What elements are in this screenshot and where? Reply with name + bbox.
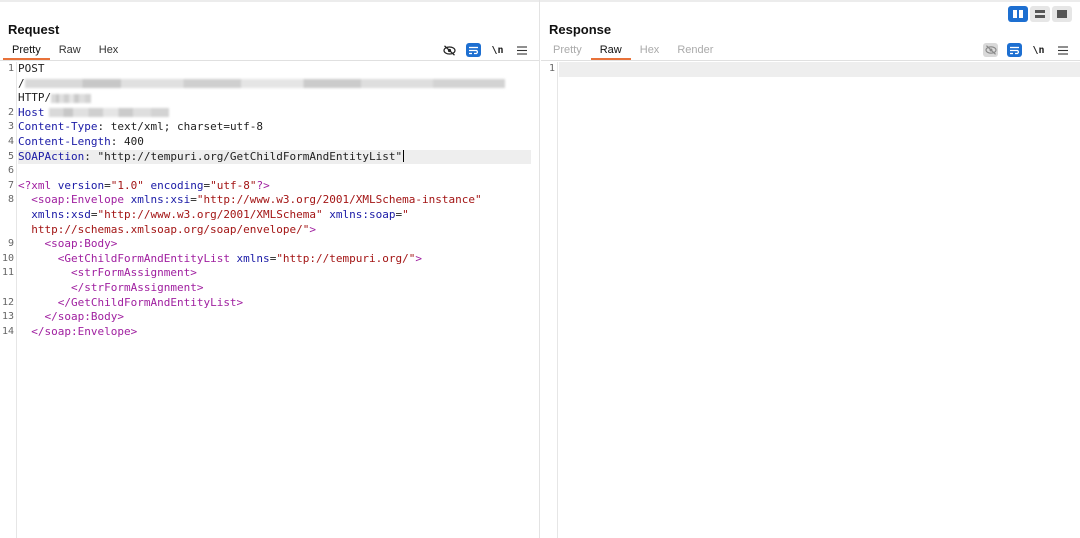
code-line: 2 Host — [8, 106, 531, 121]
tab-response-hex[interactable]: Hex — [631, 42, 669, 60]
redacted-path — [24, 79, 505, 89]
tab-request-hex[interactable]: Hex — [90, 42, 128, 60]
newline-icon[interactable]: \n — [1031, 43, 1046, 57]
response-gutter — [541, 62, 558, 538]
request-editor[interactable]: 1 POST / HTTP/ 2 Host 3 Content-Type: text/… — [0, 62, 539, 538]
code-line: / — [18, 77, 531, 92]
response-editor[interactable]: 1 — [541, 62, 1080, 538]
tab-response-raw[interactable]: Raw — [590, 42, 631, 60]
wrap-icon[interactable] — [1007, 43, 1022, 57]
redacted-protocol — [51, 93, 92, 103]
code-line: </strFormAssignment> — [70, 281, 204, 294]
tab-request-raw[interactable]: Raw — [50, 42, 90, 60]
response-toolbar: \n — [983, 42, 1070, 58]
code-line: 10 <GetChildFormAndEntityList xmlns="htt… — [1, 251, 423, 265]
newline-icon[interactable]: \n — [490, 43, 505, 57]
code-line: 4 Content-Length: 400 — [7, 135, 144, 148]
wrap-icon[interactable] — [466, 43, 481, 57]
tab-response-render[interactable]: Render — [668, 42, 722, 60]
code-line: 9 <soap:Body> — [7, 237, 118, 251]
tab-request-pretty[interactable]: Pretty — [3, 42, 50, 60]
code-line-current: 5 SOAPAction: "http://tempuri.org/GetChil… — [8, 149, 531, 165]
response-pane: Response Pretty Raw Hex Render \n 1 — [541, 0, 1080, 538]
code-line-current: 1 — [549, 62, 1080, 77]
code-line: 13 </soap:Body> — [1, 310, 124, 324]
code-line: xmlns:xsd="http://www.w3.org/2001/XMLSch… — [31, 208, 409, 221]
text-cursor — [403, 149, 405, 162]
redacted-host — [48, 108, 169, 118]
request-pane: Request Pretty Raw Hex \n 1 POST / HTTP/ … — [0, 0, 540, 538]
code-line: 1 POST — [7, 62, 45, 75]
code-line: 3 Content-Type: text/xml; charset=utf-8 — [7, 120, 264, 134]
code-line: 8 <soap:Envelope xmlns:xsi="http://www.w… — [7, 193, 482, 207]
code-line: http://schemas.xmlsoap.org/soap/envelope… — [31, 222, 317, 236]
code-line: 14 </soap:Envelope> — [1, 324, 138, 338]
code-line: 7 <?xml version="1.0" encoding="utf-8"?> — [7, 178, 270, 192]
code-line: 12 </GetChildFormAndEntityList> — [1, 295, 244, 309]
code-line: 6 — [7, 165, 14, 177]
menu-icon[interactable] — [1055, 43, 1070, 57]
tab-response-pretty[interactable]: Pretty — [544, 42, 591, 60]
request-toolbar: \n — [442, 42, 529, 58]
response-title: Response — [549, 22, 612, 37]
code-line: HTTP/ — [18, 91, 531, 106]
eye-slash-icon[interactable] — [983, 43, 998, 57]
eye-slash-icon[interactable] — [442, 43, 457, 57]
code-line: 11 <strFormAssignment> — [1, 266, 197, 280]
menu-icon[interactable] — [514, 43, 529, 57]
request-title: Request — [8, 22, 60, 37]
